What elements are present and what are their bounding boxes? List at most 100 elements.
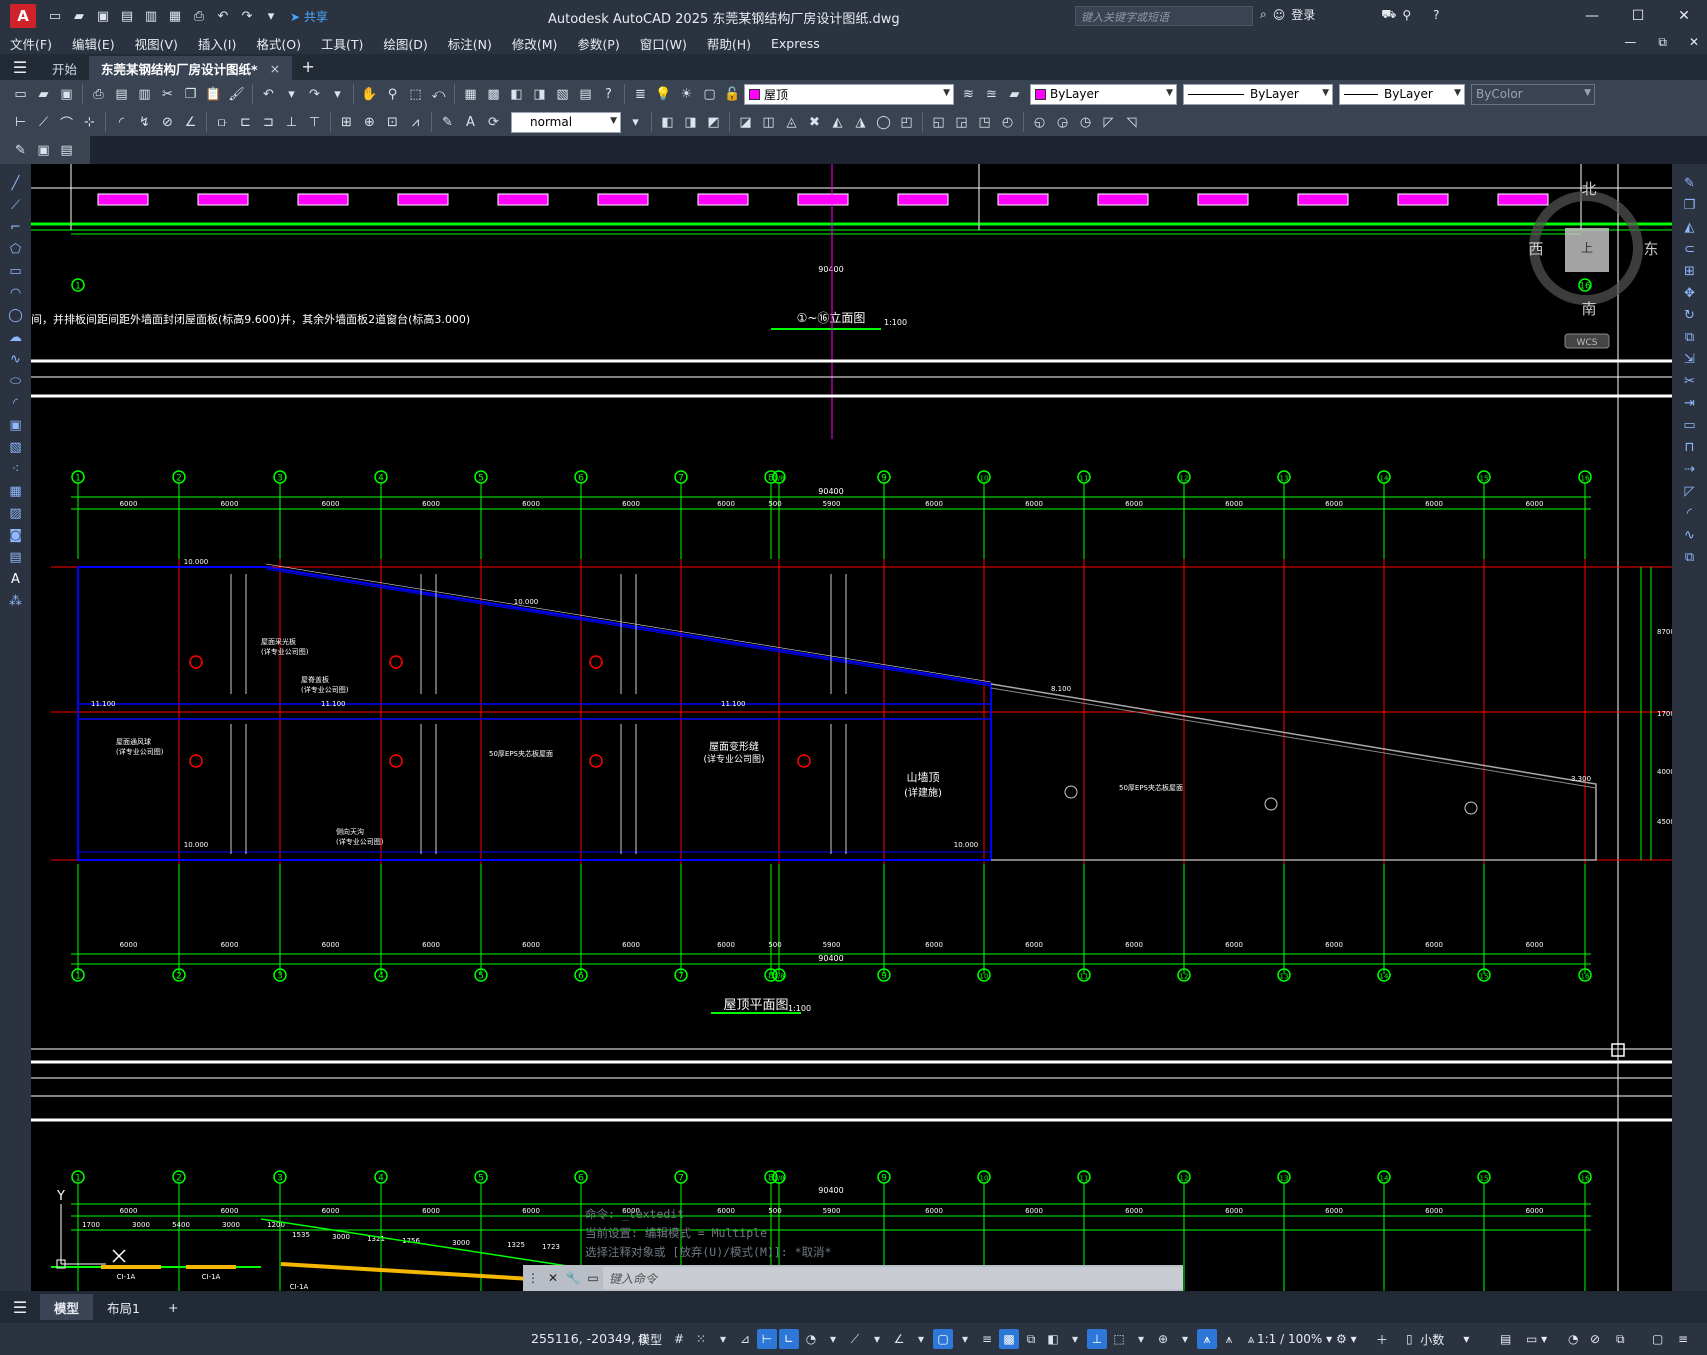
publish-icon[interactable]: ▦: [164, 5, 186, 27]
menu-item[interactable]: Express: [771, 36, 820, 51]
zoom-window-icon[interactable]: ⬚: [405, 84, 426, 105]
object-snap-icon[interactable]: ▢: [933, 1329, 953, 1349]
solid-1-icon[interactable]: ◱: [928, 112, 949, 133]
lineweight-dropdown[interactable]: ByLayer ▼: [1339, 83, 1465, 105]
command-grip-icon[interactable]: ⋮: [523, 1271, 543, 1285]
layout-menu-icon[interactable]: ☰: [0, 1294, 40, 1320]
new-tab-button[interactable]: +: [292, 57, 324, 76]
dim-text-edit-icon[interactable]: A: [460, 112, 481, 133]
menu-item[interactable]: 插入(I): [198, 34, 236, 53]
model-space-button[interactable]: 模型: [638, 1329, 662, 1349]
graphics-performance-icon[interactable]: ⧉: [1616, 1329, 1625, 1349]
menu-item[interactable]: 绘图(D): [383, 34, 427, 53]
plotstyle-dropdown[interactable]: ByColor ▼: [1471, 83, 1595, 105]
menu-item[interactable]: 参数(P): [577, 34, 619, 53]
modify-1-icon[interactable]: ◪: [735, 112, 756, 133]
scale-icon[interactable]: ⧉: [1679, 327, 1701, 347]
table-icon[interactable]: ▤: [5, 547, 27, 567]
solid-9-icon[interactable]: ◹: [1121, 112, 1142, 133]
modify-4-icon[interactable]: ✖: [804, 112, 825, 133]
zoom-previous-icon[interactable]: ⤺: [428, 84, 449, 105]
rectangle-icon[interactable]: ▭: [5, 261, 27, 281]
solid-8-icon[interactable]: ◸: [1098, 112, 1119, 133]
layer-state-icon[interactable]: ▰: [1004, 84, 1025, 105]
export-icon[interactable]: ▥: [140, 5, 162, 27]
layer-lock-icon[interactable]: 🔓: [722, 84, 743, 105]
isodraft-icon[interactable]: ⟋: [845, 1329, 865, 1349]
doc-minimize-icon[interactable]: —: [1624, 35, 1636, 50]
snap-dropdown-icon[interactable]: ▾: [713, 1329, 733, 1349]
dim-edit-icon[interactable]: ✎: [437, 112, 458, 133]
tab-start[interactable]: 开始: [40, 56, 89, 80]
search-icon[interactable]: ⌕: [1260, 7, 1267, 22]
modify-5-icon[interactable]: ◭: [827, 112, 848, 133]
menu-item[interactable]: 标注(N): [448, 34, 492, 53]
revcloud-icon[interactable]: ☁: [5, 327, 27, 347]
qat-dropdown-icon[interactable]: ▾: [260, 5, 282, 27]
paste-icon[interactable]: 📋: [203, 84, 224, 105]
jogged-icon[interactable]: ↯: [134, 112, 155, 133]
hardware-acceleration-icon[interactable]: ⊘: [1590, 1329, 1600, 1349]
command-close-icon[interactable]: ✕: [543, 1271, 563, 1285]
preview-icon[interactable]: ▤: [111, 84, 132, 105]
user-icon[interactable]: ☺: [1273, 8, 1286, 22]
transparency-icon[interactable]: ▩: [999, 1329, 1019, 1349]
annotation-scale-dropdown[interactable]: 1:1 / 100% ▾: [1257, 1329, 1332, 1349]
login-button[interactable]: 登录: [1291, 6, 1315, 23]
point-icon[interactable]: ⁖: [5, 459, 27, 479]
print-icon[interactable]: ⎙: [188, 5, 210, 27]
rotate-icon[interactable]: ↻: [1679, 305, 1701, 325]
solid-4-icon[interactable]: ◴: [997, 112, 1018, 133]
zoom-realtime-icon[interactable]: ⚲: [382, 84, 403, 105]
help-icon[interactable]: ?: [598, 84, 619, 105]
lock-ui-icon[interactable]: ▭ ▾: [1526, 1329, 1547, 1349]
quick-dim-icon[interactable]: ⟥: [212, 112, 233, 133]
copy-object-icon[interactable]: ❐: [1679, 195, 1701, 215]
tab-drawing[interactable]: 东莞某钢结构厂房设计图纸* ×: [89, 56, 293, 80]
dynamic-input-icon[interactable]: ⊢: [757, 1329, 777, 1349]
region-icon[interactable]: ◙: [5, 525, 27, 545]
trim-icon[interactable]: ✂: [1679, 371, 1701, 391]
clean-screen-icon[interactable]: ▢: [1652, 1329, 1663, 1349]
attr-icon[interactable]: ▤: [56, 140, 77, 161]
erase-icon[interactable]: ✎: [1679, 173, 1701, 193]
autodesk-app-icon[interactable]: ⚲: [1402, 8, 1411, 22]
gizmo-dropdown-icon[interactable]: ▾: [1175, 1329, 1195, 1349]
extend-icon[interactable]: ⇥: [1679, 393, 1701, 413]
dim-update-icon[interactable]: ⟳: [483, 112, 504, 133]
object-snap-tracking-dropdown-icon[interactable]: ▾: [911, 1329, 931, 1349]
search-input[interactable]: 键入关键字或短语: [1075, 6, 1253, 26]
command-prompt-icon[interactable]: ▭: [583, 1271, 603, 1285]
help-icon[interactable]: ?: [1433, 8, 1439, 22]
inspect-icon[interactable]: ⊡: [382, 112, 403, 133]
menu-item[interactable]: 文件(F): [10, 34, 52, 53]
tolerance-icon[interactable]: ⊞: [336, 112, 357, 133]
mirror-icon[interactable]: ◭: [1679, 217, 1701, 237]
gizmo-icon[interactable]: ⊕: [1153, 1329, 1173, 1349]
modify-2-icon[interactable]: ◫: [758, 112, 779, 133]
polar-dropdown-icon[interactable]: ▾: [823, 1329, 843, 1349]
ellipse-arc-icon[interactable]: ◜: [5, 393, 27, 413]
3d-box-icon[interactable]: ◧: [657, 112, 678, 133]
plot-icon[interactable]: ⎙: [88, 84, 109, 105]
app-logo-icon[interactable]: A: [10, 4, 36, 28]
modify-6-icon[interactable]: ◮: [850, 112, 871, 133]
undo-icon[interactable]: ↶: [212, 5, 234, 27]
tab-model[interactable]: 模型: [40, 1294, 94, 1320]
center-mark-icon[interactable]: ⊕: [359, 112, 380, 133]
undo-icon[interactable]: ↶: [258, 84, 279, 105]
ortho-icon[interactable]: ∟: [779, 1329, 799, 1349]
diameter-icon[interactable]: ⊘: [157, 112, 178, 133]
publish-icon[interactable]: ▥: [134, 84, 155, 105]
menu-item[interactable]: 窗口(W): [640, 34, 687, 53]
menu-item[interactable]: 工具(T): [321, 34, 363, 53]
break-icon[interactable]: ⊤: [304, 112, 325, 133]
customize-icon[interactable]: ≡: [1678, 1329, 1688, 1349]
layer-previous-icon[interactable]: ≊: [981, 84, 1002, 105]
calculator-icon[interactable]: ▤: [575, 84, 596, 105]
modify-3-icon[interactable]: ◬: [781, 112, 802, 133]
pan-icon[interactable]: ✋: [359, 84, 380, 105]
doc-restore-icon[interactable]: ⧉: [1658, 35, 1667, 50]
continue-icon[interactable]: ⊐: [258, 112, 279, 133]
open-icon[interactable]: ▰: [33, 84, 54, 105]
